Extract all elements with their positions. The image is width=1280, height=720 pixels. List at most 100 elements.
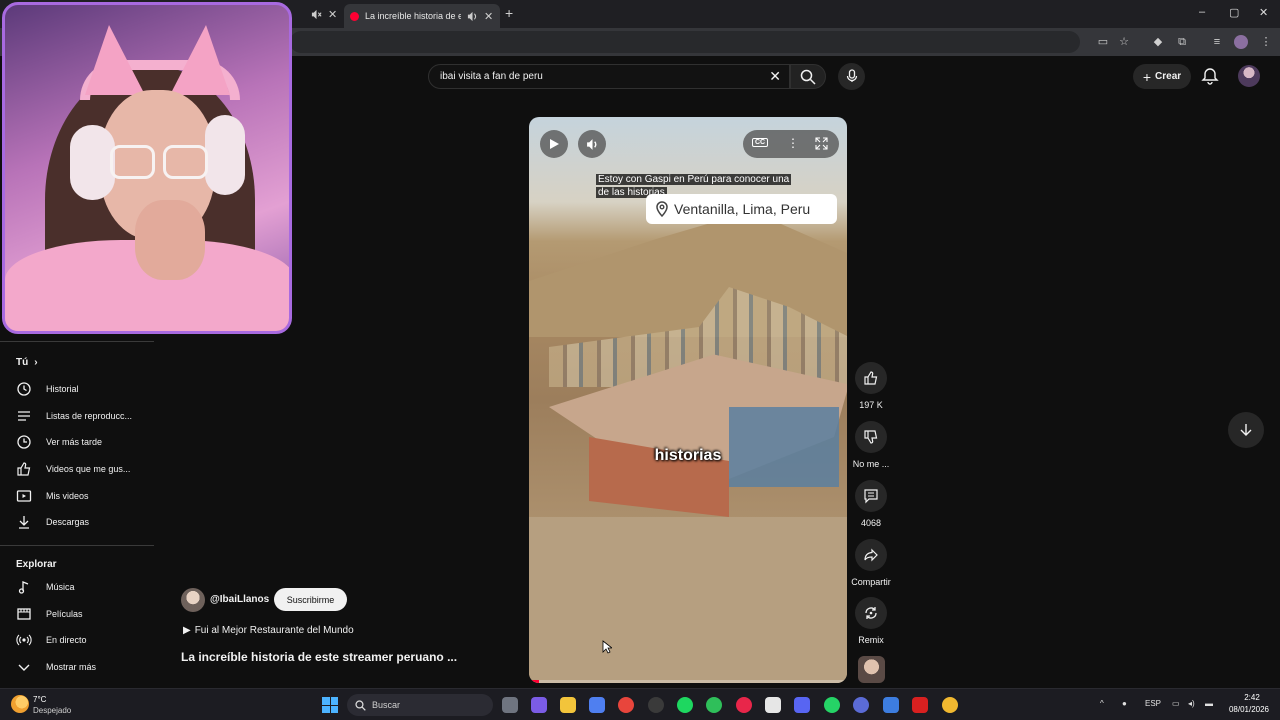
video-title[interactable]: La increíble historia de este streamer p… <box>181 650 457 664</box>
dislike-button[interactable] <box>855 421 887 453</box>
weather-moon-icon[interactable] <box>11 695 29 713</box>
profile-avatar[interactable] <box>1234 35 1248 49</box>
close-tab-icon[interactable]: ✕ <box>484 10 493 23</box>
thumb-down-icon <box>864 430 878 444</box>
microphone-icon <box>846 69 857 82</box>
like-count: 197 K <box>859 400 883 410</box>
play-button[interactable] <box>540 130 568 158</box>
extension-diamond-icon[interactable]: ◆ <box>1151 35 1165 49</box>
sidebar-item-watch-later[interactable]: Ver más tarde <box>16 432 146 452</box>
tray-chevron-up-icon[interactable]: ^ <box>1100 699 1104 708</box>
channel-avatar[interactable] <box>181 588 205 612</box>
obs-icon[interactable] <box>648 697 664 713</box>
like-button[interactable] <box>855 362 887 394</box>
minimize-button[interactable]: – <box>1199 6 1205 18</box>
channel-thumbnail[interactable] <box>858 656 885 683</box>
comments-action: 4068 <box>846 480 896 528</box>
more-options-icon[interactable]: ⋮ <box>787 136 799 150</box>
next-video-button[interactable] <box>1228 412 1264 448</box>
search-input[interactable]: ibai visita a fan de peru ✕ <box>428 64 790 89</box>
sidebar-item-downloads[interactable]: Descargas <box>16 512 146 532</box>
location-text: Ventanilla, Lima, Peru <box>674 201 811 217</box>
chrome-icon[interactable] <box>618 697 634 713</box>
task-view-icon[interactable] <box>502 697 518 713</box>
subscribe-button[interactable]: Suscribirme <box>274 588 347 611</box>
xbox-icon[interactable] <box>706 697 722 713</box>
remix-button[interactable] <box>855 597 887 629</box>
discord-icon[interactable] <box>794 697 810 713</box>
sidebar-item-movies[interactable]: Películas <box>16 604 146 624</box>
volume-button[interactable] <box>578 130 606 158</box>
mouse-cursor-icon <box>602 640 612 654</box>
capcut-icon[interactable] <box>765 697 781 713</box>
clear-search-icon[interactable]: ✕ <box>769 68 781 85</box>
sidebar-item-music[interactable]: Música <box>16 577 146 597</box>
clock-time[interactable]: 2:42 <box>1232 693 1272 702</box>
maximize-button[interactable]: ▢ <box>1229 6 1239 19</box>
teams-icon[interactable] <box>531 697 547 713</box>
browser-tab-active[interactable]: La increíble historia de este ✕ <box>344 4 500 28</box>
app-square-icon[interactable] <box>883 697 899 713</box>
browser-menu-icon[interactable]: ⋮ <box>1259 35 1273 49</box>
voice-search-button[interactable] <box>838 63 865 90</box>
sidebar-item-live[interactable]: En directo <box>16 630 146 650</box>
clock-date[interactable]: 08/01/2026 <box>1222 705 1276 714</box>
sidebar-item-playlists[interactable]: Listas de reproducc... <box>16 406 146 426</box>
chevron-right-icon: › <box>34 357 38 368</box>
muted-icon[interactable] <box>311 9 322 20</box>
fullscreen-icon[interactable] <box>815 137 828 150</box>
app-red-icon[interactable] <box>912 697 928 713</box>
store-icon[interactable] <box>589 697 605 713</box>
close-tab-icon[interactable]: ✕ <box>328 8 337 21</box>
opera-icon[interactable] <box>736 697 752 713</box>
search-button[interactable] <box>790 64 826 89</box>
windows-taskbar: 7°C Despejado Buscar ^ ● ESP ▭ ◂) ▬ 2:42… <box>0 688 1280 720</box>
share-button[interactable] <box>855 539 887 571</box>
sidebar-item-my-videos[interactable]: Mis videos <box>16 486 146 506</box>
comments-count: 4068 <box>860 518 882 528</box>
account-avatar[interactable] <box>1238 65 1260 87</box>
audio-playing-icon[interactable] <box>467 11 478 22</box>
address-bar[interactable] <box>290 31 1080 53</box>
new-tab-button[interactable]: + <box>505 5 513 21</box>
browser-tab-previous[interactable]: d ✕ <box>286 4 342 24</box>
like-action: 197 K <box>846 362 896 410</box>
taskbar-search[interactable]: Buscar <box>347 694 493 716</box>
language-indicator[interactable]: ESP <box>1145 699 1161 708</box>
sidebar-you-header[interactable]: Tú › <box>16 357 38 368</box>
search-query: ibai visita a fan de peru <box>440 71 543 82</box>
start-button[interactable] <box>322 697 338 713</box>
create-button[interactable]: + Crear <box>1133 64 1191 89</box>
sidebar-item-show-more[interactable]: Mostrar más <box>16 657 146 677</box>
sidebar-item-label: Historial <box>46 384 79 394</box>
tray-microphone-icon[interactable]: ● <box>1122 699 1127 708</box>
notifications-bell-icon[interactable] <box>1200 66 1220 86</box>
remix-icon <box>865 607 877 619</box>
shorts-video-player[interactable]: CC ⋮ Estoy con Gaspi en Perú para conoce… <box>529 117 847 683</box>
related-video-link[interactable]: ▶ Fui al Mejor Restaurante del Mundo <box>183 625 354 636</box>
sidebar-item-liked-videos[interactable]: Videos que me gus... <box>16 459 146 479</box>
webcam-overlay <box>2 2 292 334</box>
bookmark-star-icon[interactable]: ☆ <box>1117 35 1131 49</box>
comments-button[interactable] <box>855 480 887 512</box>
channel-name[interactable]: @IbaiLlanos <box>210 594 269 605</box>
spotify-icon[interactable] <box>677 697 693 713</box>
extensions-puzzle-icon[interactable]: ⧉ <box>1175 35 1189 49</box>
live-icon <box>16 632 32 648</box>
sidebar-item-history[interactable]: Historial <box>16 379 146 399</box>
tray-battery-icon[interactable]: ▬ <box>1205 699 1213 708</box>
share-icon <box>864 548 878 562</box>
close-window-button[interactable]: ✕ <box>1259 6 1268 19</box>
whatsapp-icon[interactable] <box>824 697 840 713</box>
video-progress-bar[interactable] <box>529 680 847 683</box>
media-control-icon[interactable]: ≡ <box>1210 35 1224 49</box>
tray-network-icon[interactable]: ▭ <box>1172 699 1180 708</box>
file-explorer-icon[interactable] <box>560 697 576 713</box>
chrome-active-icon[interactable] <box>942 697 958 713</box>
webcam-headphone <box>205 115 245 195</box>
app-circle-icon[interactable] <box>853 697 869 713</box>
captions-button[interactable]: CC <box>752 138 769 147</box>
screen: d ✕ La increíble historia de este ✕ + – … <box>0 0 1280 720</box>
tray-volume-icon[interactable]: ◂) <box>1188 699 1195 708</box>
install-app-icon[interactable]: ▭ <box>1096 35 1110 49</box>
